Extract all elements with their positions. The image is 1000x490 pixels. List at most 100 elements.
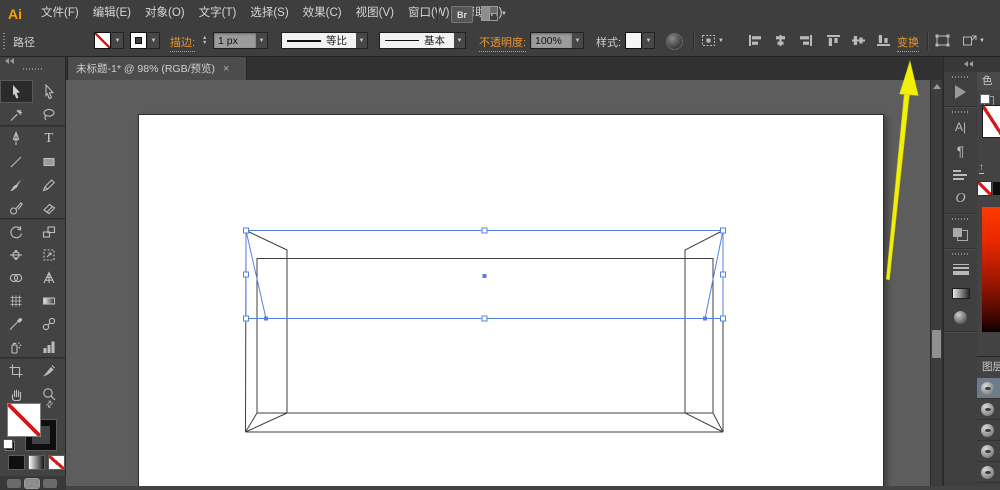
document-tab[interactable]: 未标题-1* @ 98% (RGB/预览) × [67,56,247,80]
opacity-dropdown[interactable]: ▼ [572,32,584,49]
free-transform-tool[interactable] [33,243,66,266]
mesh-tool[interactable] [0,289,33,312]
menu-object[interactable]: 对象(O) [138,0,192,27]
isolate-selection-button[interactable]: ▼ [962,34,985,47]
menu-effect[interactable]: 效果(C) [296,0,349,27]
tools-panel-header[interactable] [0,56,65,80]
draw-normal-button[interactable] [7,479,21,488]
visibility-eye-icon[interactable] [981,445,994,458]
opentype-panel-button[interactable]: O [944,187,977,211]
scale-tool[interactable] [33,220,66,243]
vertical-scrollbar[interactable] [930,80,943,486]
character-panel-button[interactable]: A| [944,115,977,139]
align-center-button[interactable] [773,34,788,47]
close-icon[interactable]: × [223,63,229,75]
width-profile-dropdown[interactable]: ▼ [356,32,368,49]
style-dropdown[interactable]: ▼ [643,32,655,49]
stroke-dropdown[interactable]: ▼ [148,32,160,49]
selection-handles[interactable] [244,228,726,321]
controlbar-grip[interactable] [3,33,5,49]
gradient-panel-button[interactable] [944,281,977,305]
visibility-eye-icon[interactable] [981,487,994,488]
draw-inside-button[interactable] [43,479,57,488]
visibility-eye-icon[interactable] [981,424,994,437]
brush-combo[interactable]: 基本 [379,32,455,49]
fill-dropdown[interactable]: ▼ [112,32,124,49]
dock-collapse-button[interactable] [944,56,977,72]
visibility-eye-icon[interactable] [981,382,994,395]
none-button[interactable] [48,455,65,470]
none-swatch[interactable] [977,181,992,196]
layer-row[interactable] [977,483,1000,487]
gradient-button[interactable] [28,455,45,470]
recolor-artwork-button[interactable] [666,33,683,50]
style-swatch[interactable] [625,32,642,49]
eraser-tool[interactable] [33,196,66,219]
line-segment-tool[interactable] [0,150,33,173]
fill-swatch[interactable] [94,32,111,49]
black-swatch[interactable] [992,181,1000,196]
slice-tool[interactable] [33,359,66,382]
stroke-swatch[interactable] [130,32,147,49]
align-options-button[interactable]: ▼ [701,34,724,47]
canvas[interactable] [66,80,930,486]
fill-proxy-none-swatch[interactable] [982,105,1000,138]
menu-type[interactable]: 文字(T) [192,0,244,27]
stroke-weight-label[interactable]: 描边: [170,34,195,52]
transform-link[interactable]: 变换 [897,34,919,52]
align-right-button[interactable] [798,34,813,47]
selection-tool[interactable] [0,80,33,103]
align-middle-button[interactable] [851,34,866,47]
brush-dropdown[interactable]: ▼ [454,32,466,49]
width-profile-combo[interactable]: 等比 [281,32,357,49]
bounding-box-button[interactable] [935,34,950,47]
menu-view[interactable]: 视图(V) [349,0,401,27]
transparency-panel-button[interactable] [944,222,977,246]
artboard-tool[interactable] [0,359,33,382]
fill-indicator-none[interactable] [7,403,41,437]
visibility-eye-icon[interactable] [981,403,994,416]
pencil-tool[interactable] [33,173,66,196]
draw-behind-button[interactable] [25,479,39,488]
paragraph-styles-panel-button[interactable] [944,163,977,187]
stroke-weight-dropdown[interactable]: ▼ [256,32,268,49]
width-tool[interactable] [0,243,33,266]
layer-row[interactable] [977,462,1000,483]
paintbrush-tool[interactable] [0,173,33,196]
bridge-button[interactable]: Br [451,6,473,23]
layer-row[interactable] [977,378,1000,399]
stroke-weight-input[interactable]: 1 px [213,32,257,49]
direct-selection-tool[interactable] [33,80,65,103]
eyedropper-tool[interactable] [0,312,33,335]
layers-panel-tab[interactable]: 图层 [977,357,1000,378]
default-fill-stroke-icon[interactable] [3,439,15,451]
scrollbar-thumb[interactable] [932,330,941,358]
stroke-weight-stepper[interactable]: ▲ ▼ [202,36,207,46]
column-graph-tool[interactable] [33,335,66,358]
blend-tool[interactable] [33,312,66,335]
stepper-down-icon[interactable]: ▼ [202,41,207,46]
shift-spectrum-icon[interactable]: ↑ [979,162,984,174]
actions-panel-button[interactable] [944,80,977,104]
scroll-up-button[interactable] [931,80,942,92]
collapse-panel-icon[interactable] [5,58,14,64]
pen-tool[interactable] [0,127,33,150]
layer-row[interactable] [977,399,1000,420]
symbol-sprayer-tool[interactable] [0,335,33,358]
magic-wand-tool[interactable] [0,103,33,126]
paragraph-panel-button[interactable]: ¶ [944,139,977,163]
menu-window[interactable]: 窗口(W) [401,0,457,27]
lasso-tool[interactable] [33,103,66,126]
rotate-tool[interactable] [0,220,33,243]
workspace-switcher[interactable]: ▼ [481,6,507,21]
align-left-button[interactable] [748,34,763,47]
symbols-panel-button[interactable] [944,305,977,329]
color-button[interactable] [8,455,25,470]
align-top-button[interactable] [826,34,841,47]
hand-tool[interactable] [0,382,33,405]
align-bottom-button[interactable] [876,34,891,47]
rectangle-tool[interactable] [33,150,66,173]
artwork-selection[interactable] [66,80,930,486]
color-spectrum[interactable] [982,207,1000,332]
layer-row[interactable] [977,441,1000,462]
